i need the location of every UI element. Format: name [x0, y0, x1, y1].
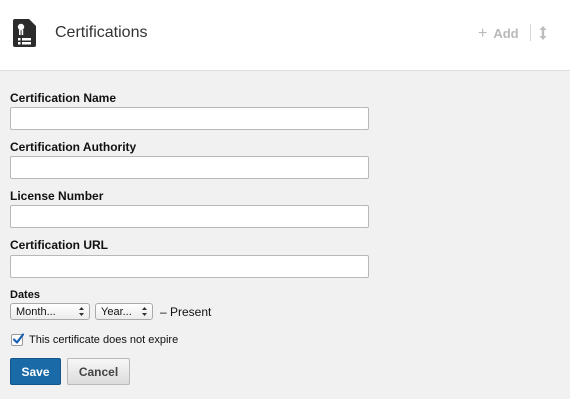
month-select-value: Month...: [16, 305, 56, 318]
certification-url-label: Certification URL: [10, 238, 109, 252]
select-arrows-icon: [142, 307, 147, 316]
dates-label: Dates: [10, 289, 40, 301]
no-expire-checkbox[interactable]: [11, 333, 25, 346]
section-header: Certifications + Add: [0, 0, 570, 71]
certification-name-field[interactable]: [10, 107, 369, 130]
license-number-field[interactable]: [10, 205, 369, 228]
select-arrows-icon: [79, 307, 84, 316]
no-expire-label: This certificate does not expire: [29, 334, 179, 346]
reorder-arrows-icon[interactable]: [538, 25, 548, 41]
plus-icon: +: [478, 25, 488, 42]
cancel-button[interactable]: Cancel: [67, 358, 130, 385]
save-button[interactable]: Save: [10, 358, 61, 385]
certification-authority-label: Certification Authority: [10, 140, 137, 154]
year-select[interactable]: Year...: [95, 303, 153, 320]
certification-authority-field[interactable]: [10, 156, 369, 179]
certification-url-field[interactable]: [10, 255, 369, 278]
license-number-label: License Number: [10, 189, 104, 203]
year-select-value: Year...: [101, 305, 132, 318]
month-select[interactable]: Month...: [10, 303, 90, 320]
checkmark-icon: [12, 333, 25, 344]
add-button[interactable]: + Add: [478, 25, 519, 42]
present-text: – Present: [160, 305, 212, 319]
certification-name-label: Certification Name: [10, 91, 117, 105]
certificate-icon: [13, 19, 36, 47]
page-title: Certifications: [55, 24, 148, 41]
add-button-label: Add: [493, 26, 519, 41]
header-divider: [530, 24, 531, 41]
